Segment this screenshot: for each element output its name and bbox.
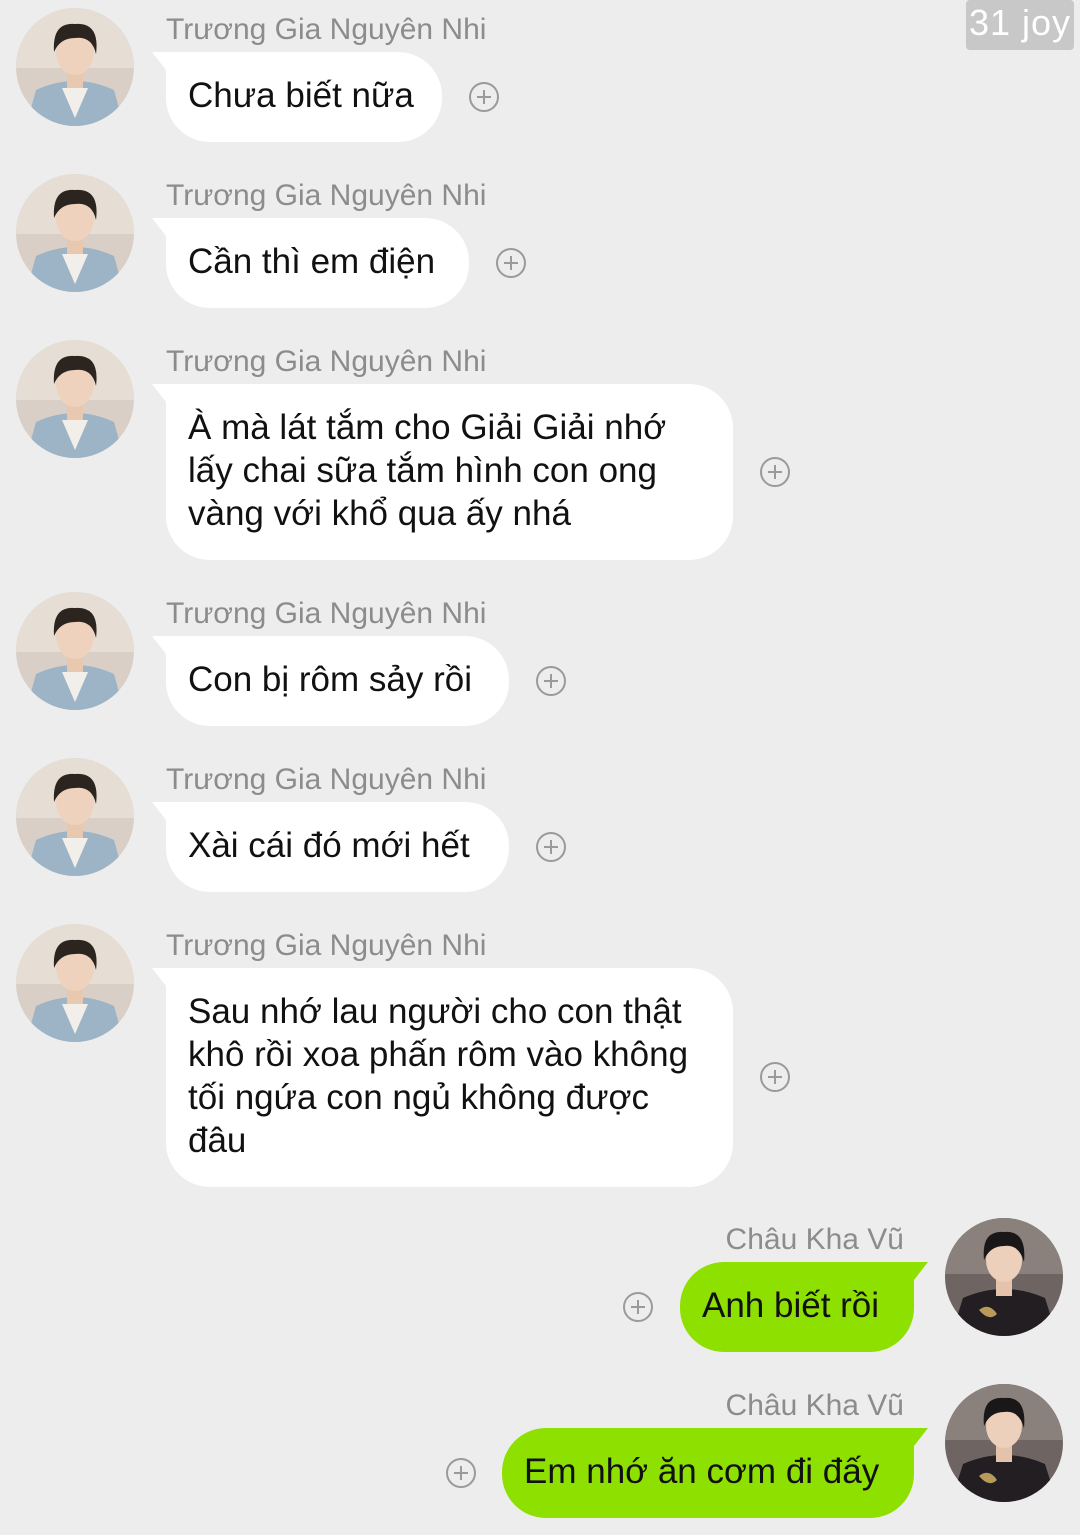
sender-name: Trương Gia Nguyên Nhi bbox=[166, 597, 487, 630]
avatar-me[interactable] bbox=[945, 1218, 1063, 1336]
message-text: Chưa biết nữa bbox=[188, 76, 414, 115]
message-bubble[interactable]: À mà lát tắm cho Giải Giải nhớ lấy chai … bbox=[152, 384, 733, 560]
avatar-me[interactable] bbox=[945, 1384, 1063, 1502]
avatar-contact[interactable] bbox=[16, 8, 134, 126]
avatar-contact[interactable] bbox=[16, 340, 134, 458]
sender-name: Châu Kha Vũ bbox=[725, 1389, 904, 1422]
plus-circle-icon[interactable] bbox=[496, 248, 526, 278]
avatar-contact[interactable] bbox=[16, 174, 134, 292]
plus-circle-icon[interactable] bbox=[536, 832, 566, 862]
message-bubble[interactable]: Anh biết rồi bbox=[680, 1262, 928, 1352]
sender-name: Trương Gia Nguyên Nhi bbox=[166, 345, 487, 378]
message-row: Trương Gia Nguyên Nhi Sau nhớ lau người … bbox=[0, 916, 1080, 1196]
message-row: Trương Gia Nguyên Nhi Xài cái đó mới hết bbox=[0, 750, 1080, 900]
message-text: Anh biết rồi bbox=[702, 1286, 880, 1325]
message-text: Con bị rôm sảy rồi bbox=[188, 660, 472, 699]
sender-name: Trương Gia Nguyên Nhi bbox=[166, 929, 487, 962]
avatar-contact[interactable] bbox=[16, 592, 134, 710]
message-row: Trương Gia Nguyên Nhi À mà lát tắm cho G… bbox=[0, 332, 1080, 572]
sender-name: Trương Gia Nguyên Nhi bbox=[166, 179, 487, 212]
message-row: Châu Kha Vũ Em nhớ ăn cơm đi đấy bbox=[0, 1376, 1080, 1526]
plus-circle-icon[interactable] bbox=[623, 1292, 653, 1322]
sender-name: Châu Kha Vũ bbox=[725, 1223, 904, 1256]
message-bubble[interactable]: Con bị rôm sảy rồi bbox=[152, 636, 509, 726]
message-bubble[interactable]: Em nhớ ăn cơm đi đấy bbox=[502, 1428, 928, 1518]
message-text: Em nhớ ăn cơm đi đấy bbox=[524, 1452, 880, 1491]
message-row: Trương Gia Nguyên Nhi Con bị rôm sảy rồi bbox=[0, 584, 1080, 734]
message-bubble[interactable]: Xài cái đó mới hết bbox=[152, 802, 509, 892]
message-text: À mà lát tắm cho Giải Giải nhớ lấy chai … bbox=[188, 408, 667, 533]
plus-circle-icon[interactable] bbox=[446, 1458, 476, 1488]
plus-circle-icon[interactable] bbox=[536, 666, 566, 696]
message-bubble[interactable]: Cần thì em điện bbox=[152, 218, 469, 308]
message-bubble[interactable]: Sau nhớ lau người cho con thật khô rồi x… bbox=[152, 968, 733, 1187]
avatar-contact[interactable] bbox=[16, 924, 134, 1042]
message-text: Xài cái đó mới hết bbox=[188, 826, 470, 865]
message-text: Cần thì em điện bbox=[188, 242, 436, 281]
message-row: Trương Gia Nguyên Nhi Cần thì em điện bbox=[0, 166, 1080, 316]
plus-circle-icon[interactable] bbox=[469, 82, 499, 112]
plus-circle-icon[interactable] bbox=[760, 457, 790, 487]
message-row: Trương Gia Nguyên Nhi Chưa biết nữa bbox=[0, 0, 1080, 150]
message-row: Châu Kha Vũ Anh biết rồi bbox=[0, 1210, 1080, 1360]
message-text: Sau nhớ lau người cho con thật khô rồi x… bbox=[188, 992, 689, 1160]
message-bubble[interactable]: Chưa biết nữa bbox=[152, 52, 442, 142]
sender-name: Trương Gia Nguyên Nhi bbox=[166, 763, 487, 796]
plus-circle-icon[interactable] bbox=[760, 1062, 790, 1092]
avatar-contact[interactable] bbox=[16, 758, 134, 876]
sender-name: Trương Gia Nguyên Nhi bbox=[166, 13, 487, 46]
